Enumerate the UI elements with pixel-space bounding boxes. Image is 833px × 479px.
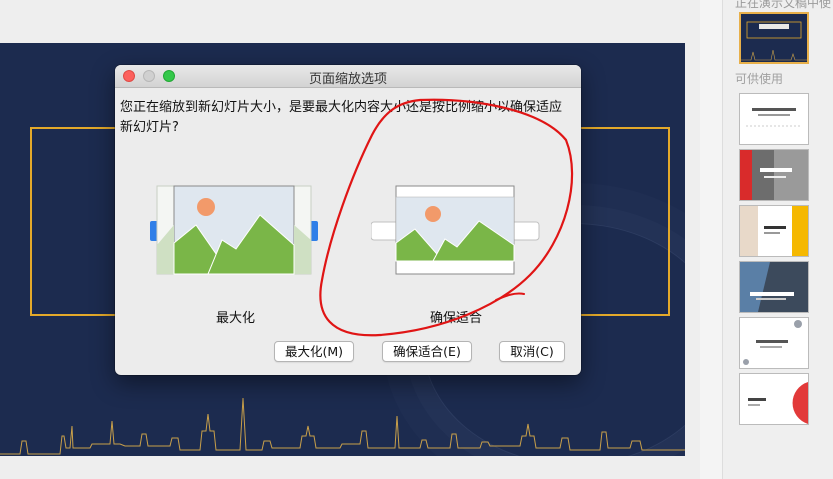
panel-title: 正在演示文稿中使 — [735, 0, 832, 10]
layout-panel: 正在演示文稿中使 可供使用 — [722, 0, 833, 479]
thumbnail-image — [740, 318, 808, 368]
thumbnail-image — [740, 94, 808, 144]
ensure-fit-button[interactable]: 确保适合(E) — [382, 341, 472, 362]
ensure-fit-option-illustration[interactable] — [370, 185, 541, 280]
ensure-fit-picture-icon — [370, 185, 540, 275]
maximize-option-illustration[interactable] — [150, 185, 320, 280]
maximize-option-label[interactable]: 最大化 — [216, 307, 255, 326]
thumbnail-layout-3[interactable] — [739, 205, 809, 257]
thumbnail-current-layout[interactable] — [739, 12, 809, 64]
maximize-button[interactable]: 最大化(M) — [274, 341, 354, 362]
thumbnail-layout-6[interactable] — [739, 373, 809, 425]
page-zoom-dialog: 页面缩放选项 您正在缩放到新幻灯片大小，是要最大化内容大小还是按比例缩小以确保适… — [115, 65, 581, 375]
dialog-message: 您正在缩放到新幻灯片大小，是要最大化内容大小还是按比例缩小以确保适应新幻灯片? — [120, 100, 563, 135]
thumbnail-image — [740, 206, 808, 256]
thumbnail-image — [741, 14, 807, 62]
city-skyline — [0, 397, 685, 455]
scrollbar-track[interactable] — [700, 0, 722, 479]
dialog-title: 页面缩放选项 — [308, 72, 387, 87]
thumbnail-image — [740, 262, 808, 312]
thumbnail-layout-2[interactable] — [739, 149, 809, 201]
ensure-fit-option-label[interactable]: 确保适合 — [430, 307, 482, 326]
dialog-titlebar[interactable]: 页面缩放选项 — [115, 65, 581, 88]
thumbnail-layout-4[interactable] — [739, 261, 809, 313]
thumbnail-image — [740, 374, 808, 424]
cancel-button[interactable]: 取消(C) — [499, 341, 565, 362]
thumbnail-layout-5[interactable] — [739, 317, 809, 369]
thumbnail-image — [740, 150, 808, 200]
thumbnail-layout-1[interactable] — [739, 93, 809, 145]
maximize-picture-icon — [150, 185, 318, 275]
section-label-available: 可供使用 — [735, 72, 784, 86]
